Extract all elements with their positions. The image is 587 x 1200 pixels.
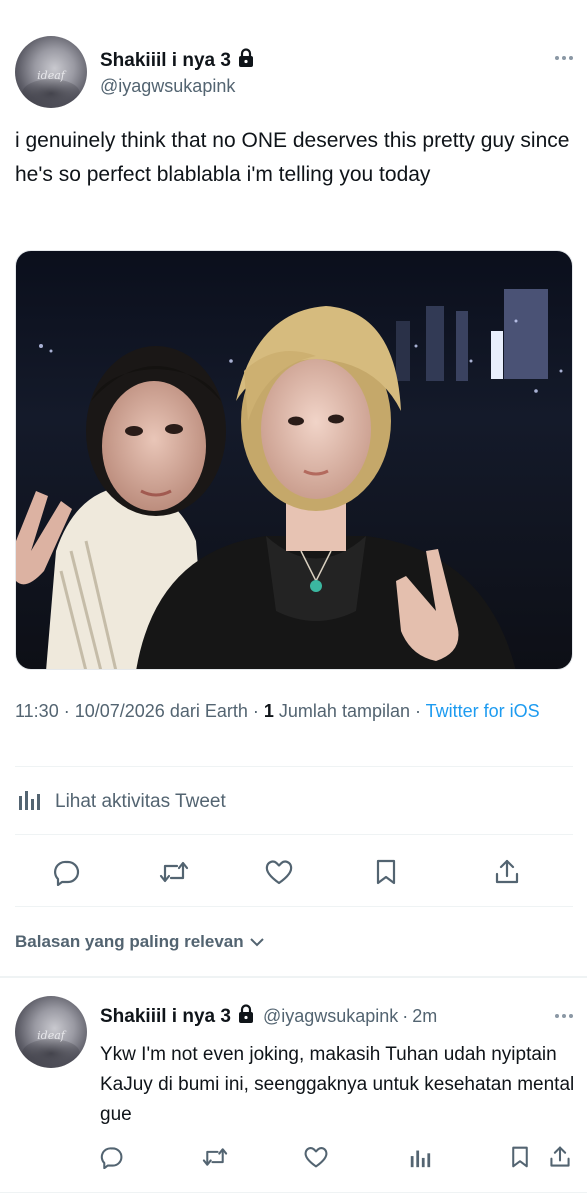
view-count: 1 (263, 701, 274, 721)
retweet-icon (159, 861, 189, 883)
bookmark-button[interactable] (368, 854, 404, 890)
author-handle[interactable]: @iyagwsukapink (100, 76, 235, 97)
retweet-button[interactable] (156, 854, 192, 890)
more-dot (555, 1014, 559, 1018)
client-link[interactable]: Twitter for iOS (426, 701, 540, 721)
views-icon (410, 1150, 431, 1168)
reply-separator: · (402, 1006, 409, 1026)
avatar-watermark: ideaf (37, 1029, 65, 1043)
like-button[interactable] (261, 854, 297, 890)
retweet-icon (202, 1148, 228, 1166)
activity-label: Lihat aktivitas Tweet (55, 790, 226, 812)
lock-icon (237, 48, 255, 74)
avatar-shade (22, 1039, 80, 1068)
tweet-date: 10/07/2026 (74, 701, 165, 721)
reply-share-button[interactable] (545, 1142, 575, 1172)
share-icon (495, 859, 519, 884)
tweet-photo[interactable] (15, 250, 573, 670)
view-label: Jumlah tampilan (278, 701, 410, 721)
more-dot (562, 1014, 566, 1018)
bookmark-icon (512, 1146, 528, 1168)
tweet-meta: 11:30 · 10/07/2026 dari Earth · 1 Jumlah… (15, 701, 540, 721)
more-dot (562, 56, 566, 60)
share-button[interactable] (489, 854, 525, 890)
divider (15, 834, 573, 835)
reply-time[interactable]: 2m (412, 1006, 437, 1027)
bottom-divider (0, 1192, 587, 1193)
reply-bookmark-button[interactable] (505, 1142, 535, 1172)
author-name[interactable]: Shakiiil i nya 3 (100, 48, 255, 74)
bookmark-icon (376, 859, 396, 885)
reply-avatar[interactable]: ideaf (15, 996, 87, 1068)
more-dot (569, 56, 573, 60)
photo-illustration (16, 289, 563, 669)
reply-like-button[interactable] (301, 1142, 331, 1172)
reply-views-button[interactable] (405, 1142, 435, 1172)
divider (15, 766, 573, 767)
section-divider (0, 976, 587, 978)
avatar-shade (22, 79, 80, 108)
from-label: dari (169, 701, 200, 721)
tweet-location: Earth (204, 701, 248, 721)
more-dot (569, 1014, 573, 1018)
reply-text: Ykw I'm not even joking, makasih Tuhan u… (100, 1044, 575, 1125)
reply-header: Shakiiil i nya 3 @iyagwsukapink · 2m (100, 1004, 437, 1029)
reply-sort-selector[interactable]: Balasan yang paling relevan (15, 932, 264, 952)
tweet-activity-link[interactable]: Lihat aktivitas Tweet (17, 786, 226, 817)
reply-icon (54, 860, 80, 886)
sort-label: Balasan yang paling relevan (15, 932, 244, 951)
tweet-time: 11:30 (15, 701, 59, 721)
author-avatar[interactable]: ideaf (15, 36, 87, 108)
reply-retweet-button[interactable] (200, 1142, 230, 1172)
like-icon (265, 860, 293, 885)
lock-icon (237, 1004, 255, 1029)
share-icon (550, 1146, 570, 1167)
avatar-watermark: ideaf (37, 69, 65, 83)
tweet-text: i genuinely think that no ONE deserves t… (15, 129, 570, 186)
chevron-down-icon (249, 938, 264, 947)
reply-reply-button[interactable] (97, 1142, 127, 1172)
analytics-icon (17, 786, 43, 817)
reply-author-name[interactable]: Shakiiil i nya 3 (100, 1006, 231, 1028)
reply-button[interactable] (49, 854, 85, 890)
reply-more-options-icon[interactable] (555, 1014, 573, 1018)
author-name-text: Shakiiil i nya 3 (100, 50, 231, 71)
reply-icon (100, 1147, 123, 1169)
divider (15, 906, 573, 907)
more-options-icon[interactable] (555, 56, 573, 60)
reply-author-handle[interactable]: @iyagwsukapink (263, 1006, 398, 1027)
like-icon (304, 1147, 328, 1168)
more-dot (555, 56, 559, 60)
